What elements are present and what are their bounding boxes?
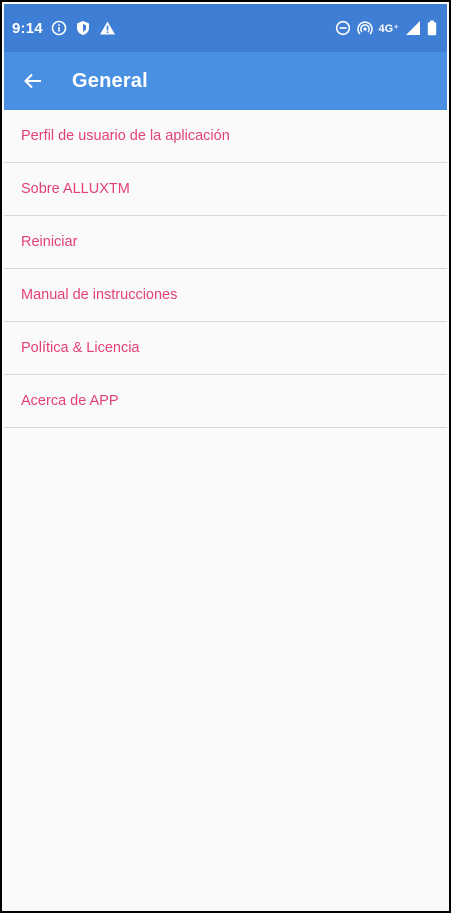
page-title: General (72, 69, 148, 92)
status-bar-right: 4G⁺ (335, 20, 437, 36)
back-button[interactable] (4, 52, 62, 110)
menu-item-user-profile[interactable]: Perfil de usuario de la aplicación (4, 110, 447, 163)
menu-item-policy-license[interactable]: Política & Licencia (4, 322, 447, 375)
settings-menu-list: Perfil de usuario de la aplicación Sobre… (4, 110, 447, 428)
menu-item-label: Perfil de usuario de la aplicación (21, 128, 230, 144)
phone-screen: 9:14 4G⁺ General Perfil de usuario de la… (0, 0, 451, 913)
menu-item-about-alluxtm[interactable]: Sobre ALLUXTM (4, 163, 447, 216)
battery-icon (427, 20, 437, 36)
menu-item-label: Reiniciar (21, 234, 78, 250)
signal-icon (405, 20, 421, 36)
menu-item-label: Manual de instrucciones (21, 287, 178, 303)
hotspot-icon (356, 20, 373, 36)
menu-item-instruction-manual[interactable]: Manual de instrucciones (4, 269, 447, 322)
network-type: 4G⁺ (378, 22, 399, 35)
app-bar: General (4, 52, 447, 110)
menu-item-label: Acerca de APP (21, 393, 119, 409)
status-bar: 9:14 4G⁺ (4, 4, 447, 52)
menu-item-label: Sobre ALLUXTM (21, 181, 130, 197)
menu-item-reset[interactable]: Reiniciar (4, 216, 447, 269)
shield-icon (75, 20, 91, 36)
do-not-disturb-icon (335, 20, 351, 36)
info-icon (51, 20, 67, 36)
menu-item-about-app[interactable]: Acerca de APP (4, 375, 447, 428)
warning-icon (99, 20, 116, 36)
status-time: 9:14 (12, 19, 43, 37)
status-bar-left: 9:14 (12, 20, 116, 37)
menu-item-label: Política & Licencia (21, 340, 140, 356)
arrow-back-icon (23, 71, 43, 91)
